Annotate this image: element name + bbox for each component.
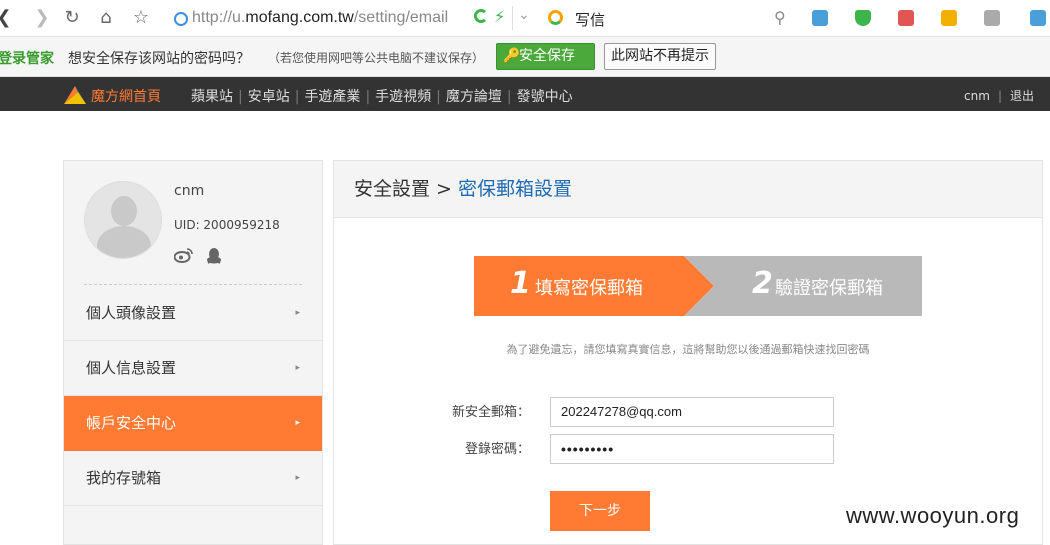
sidebar-divider [84,284,302,285]
password-label: 登錄密碼： [464,442,530,457]
divider [512,6,513,30]
step-indicator: 1 填寫密保郵箱 2 驗證密保郵箱 [474,256,922,316]
avatar[interactable] [84,181,162,259]
breadcrumb: 安全設置 > 密保郵箱設置 [334,161,1042,218]
site-navbar: 魔方網首頁 蘋果站 | 安卓站 | 手遊產業 | 手遊視頻 | 魔方論壇 | 發號中心 cnm | 退出 [0,77,1050,111]
nav-divider: | [238,89,243,105]
chevron-right-icon: ▸ [295,308,300,318]
nav-username[interactable]: cnm [964,89,990,103]
nav-divider: | [365,89,371,105]
site-home-link[interactable]: 魔方網首頁 [91,86,161,106]
search-engine-icon[interactable] [548,10,563,25]
reload-icon[interactable]: ↻ [62,8,82,28]
email-label: 新安全郵箱： [451,405,530,420]
step-1-label: 填寫密保郵箱 [535,278,643,299]
chevron-down-icon[interactable]: ⌄ [518,7,530,23]
save-password-question: 想安全保存该网站的密码吗？ [68,51,250,67]
breadcrumb-separator: > [436,178,452,200]
sidebar-item-label: 個人頭像設置 [86,304,177,322]
weibo-icon[interactable] [174,247,194,263]
site-nav-links: 蘋果站 | 安卓站 | 手遊產業 | 手遊視頻 | 魔方論壇 | 發號中心 [191,86,573,106]
form-hint: 為了避免遺忘，請您填寫真實信息，這將幫助您以後通過郵箱快速找回密碼 [506,343,870,356]
sidebar-item-info-settings[interactable]: 個人信息設置 ▸ [64,341,322,396]
url-text: http://u.mofang.com.tw/setting/email [192,9,449,26]
never-prompt-button[interactable]: 此网站不再提示 [604,43,716,70]
step-2-number: 2 [752,266,773,301]
screenshot-icon[interactable] [984,10,1000,26]
forward-icon[interactable]: ❯ [32,8,52,28]
password-manager-brand: 登录管家 [0,51,54,67]
account-sidebar: cnm UID: 2000959218 個人頭像設置 ▸ 個人信息設置 ▸ 帳戶… [63,160,323,545]
nav-item[interactable]: 發號中心 [517,89,573,105]
bookmark-star-icon[interactable]: ☆ [131,8,151,28]
refresh-green-icon[interactable] [474,9,488,23]
step-1-number: 1 [510,266,531,301]
chevron-right-icon: ▸ [295,363,300,373]
nav-user-area: cnm | 退出 [964,87,1034,104]
avatar-body-shape [97,226,151,258]
nav-divider: | [997,89,1002,103]
sidebar-item-label: 帳戶安全中心 [86,414,177,432]
nav-divider: | [436,89,441,105]
sidebar-item-code-box[interactable]: 我的存號箱 ▸ [64,451,322,506]
step-2-label: 驗證密保郵箱 [775,278,883,299]
password-field[interactable]: ••••••••• [550,434,834,464]
nav-divider: | [506,89,512,105]
chevron-right-icon: ▸ [295,418,300,428]
shield-icon[interactable] [855,10,871,26]
nav-item[interactable]: 手遊視頻 [375,89,431,105]
watermark: www.wooyun.org [846,503,1020,528]
qq-icon[interactable] [206,247,222,265]
email-field[interactable]: 202247278@qq.com [550,397,834,427]
globe-icon [174,12,188,26]
sidebar-item-label: 個人信息設置 [86,359,177,377]
main-panel: 安全設置 > 密保郵箱設置 1 填寫密保郵箱 2 驗證密保郵箱 為了避免遺忘，請您填… [333,160,1043,545]
nav-divider: | [294,89,300,105]
nav-item[interactable]: 手遊產業 [304,89,360,105]
search-engine-label[interactable]: 写信 [575,9,605,30]
translate-icon[interactable] [898,10,914,26]
password-save-bar: 登录管家 想安全保存该网站的密码吗？ （若您使用网吧等公共电脑不建议保存） 🔑 … [0,37,1050,77]
logout-link[interactable]: 退出 [1010,89,1034,103]
lightning-icon[interactable]: ⚡ [494,7,505,26]
mofang-logo-icon[interactable] [64,84,86,104]
game-icon[interactable] [941,10,957,26]
safe-save-label: 安全保存 [519,48,575,64]
nav-item[interactable]: 安卓站 [248,89,290,105]
nav-item[interactable]: 蘋果站 [191,89,233,105]
breadcrumb-root[interactable]: 安全設置 [354,178,430,200]
key-icon: 🔑 [503,48,521,64]
sidebar-item-label: 我的存號箱 [86,469,162,487]
sidebar-item-security-center[interactable]: 帳戶安全中心 ▸ [64,396,322,451]
page-title: 密保郵箱設置 [457,178,572,200]
user-uid: UID: 2000959218 [174,218,280,232]
nav-item[interactable]: 魔方論壇 [446,89,502,105]
home-icon[interactable]: ⌂ [96,8,116,28]
user-name: cnm [174,183,205,199]
next-step-button[interactable]: 下一步 [550,491,650,531]
back-icon[interactable]: ❮ [0,8,14,28]
apps-icon[interactable] [812,10,828,26]
save-password-note: （若您使用网吧等公共电脑不建议保存） [268,51,485,65]
safe-save-button[interactable]: 🔑 安全保存 [496,43,595,70]
sidebar-item-avatar-settings[interactable]: 個人頭像設置 ▸ [64,286,322,341]
search-icon[interactable]: ⚲ [774,8,786,27]
browser-toolbar: ❮ ❯ ↻ ⌂ ☆ http://u.mofang.com.tw/setting… [0,0,1050,37]
avatar-head-shape [111,196,137,226]
extension-icon[interactable] [1030,10,1046,26]
chevron-right-icon: ▸ [295,473,300,483]
